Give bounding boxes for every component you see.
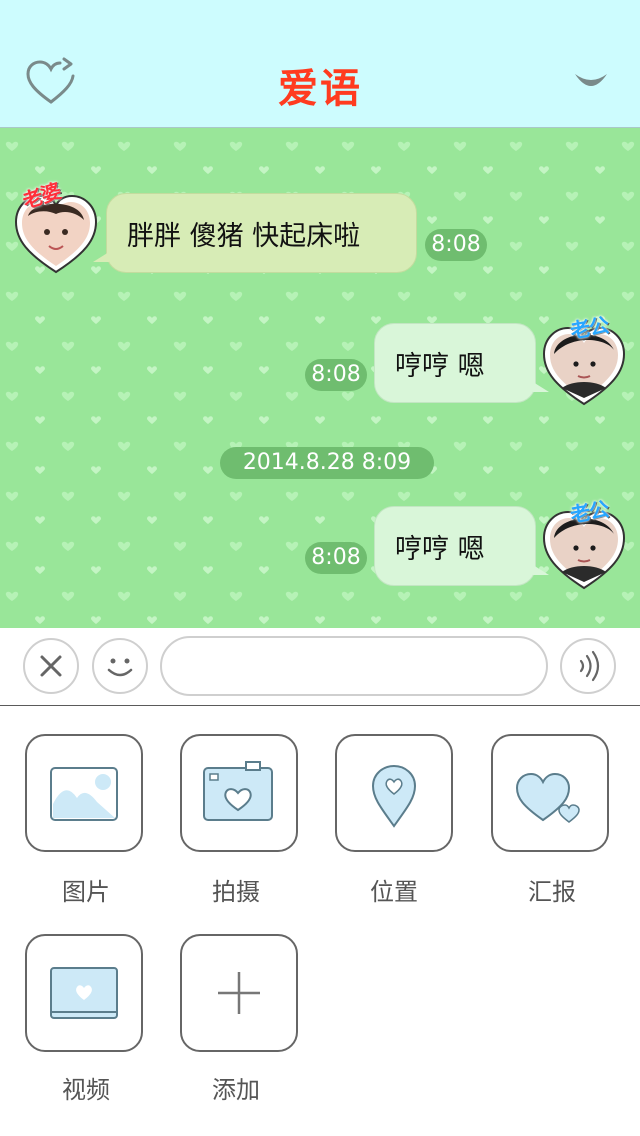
image-label: 图片 [62,878,110,906]
avatar-husband[interactable]: 老公 [542,313,626,408]
add-label: 添加 [212,1076,260,1104]
voice-wave-icon [579,650,600,682]
location-button[interactable] [335,734,453,852]
message-bubble[interactable]: 哼哼 嗯 [374,323,549,403]
message-time: 8:08 [305,359,367,391]
message-input[interactable] [160,636,548,696]
voice-button[interactable] [560,638,616,694]
add-button[interactable] [180,934,298,1052]
camera-button[interactable] [180,734,298,852]
location-pin-icon [371,764,417,828]
message-text: 哼哼 嗯 [395,350,485,382]
date-separator: 2014.8.28 8:09 [220,447,434,479]
location-label: 位置 [370,878,418,906]
message-text: 胖胖 傻猪 快起床啦 [127,220,361,252]
video-button[interactable] [25,934,143,1052]
message-time: 8:08 [305,542,367,574]
page-title: 爱语 [278,66,362,112]
message-bubble[interactable]: 哼哼 嗯 [374,506,549,586]
hearts-icon [515,772,580,823]
image-icon [50,767,118,821]
camera-label: 拍摄 [212,878,260,906]
bubble-tail [93,252,109,262]
video-icon [50,967,118,1019]
video-label: 视频 [62,1076,110,1104]
close-panel-button[interactable] [23,638,79,694]
message-bubble[interactable]: 胖胖 傻猪 快起床啦 [93,193,417,273]
plus-icon [218,972,260,1014]
chat-area[interactable]: 老婆 胖胖 傻猪 快起床啦 8:08 8:08 哼哼 嗯 老公 2014.8.2… [0,128,640,628]
top-bar: 爱语 [0,0,640,128]
message-time: 8:08 [425,229,487,261]
smiley-icon [107,658,133,677]
avatar-husband[interactable]: 老公 [542,497,626,592]
attachment-panel: 图片 拍摄 位置 汇报 视频 添加 [0,706,640,1136]
image-button[interactable] [25,734,143,852]
emoji-button[interactable] [92,638,148,694]
input-bar [0,628,640,706]
report-button[interactable] [491,734,609,852]
avatar-wife[interactable]: 老婆 [14,179,98,276]
report-label: 汇报 [528,878,576,906]
message-text: 哼哼 嗯 [395,533,485,565]
chevron-down-icon[interactable] [572,68,610,96]
close-icon [40,655,62,677]
camera-icon [203,761,273,821]
